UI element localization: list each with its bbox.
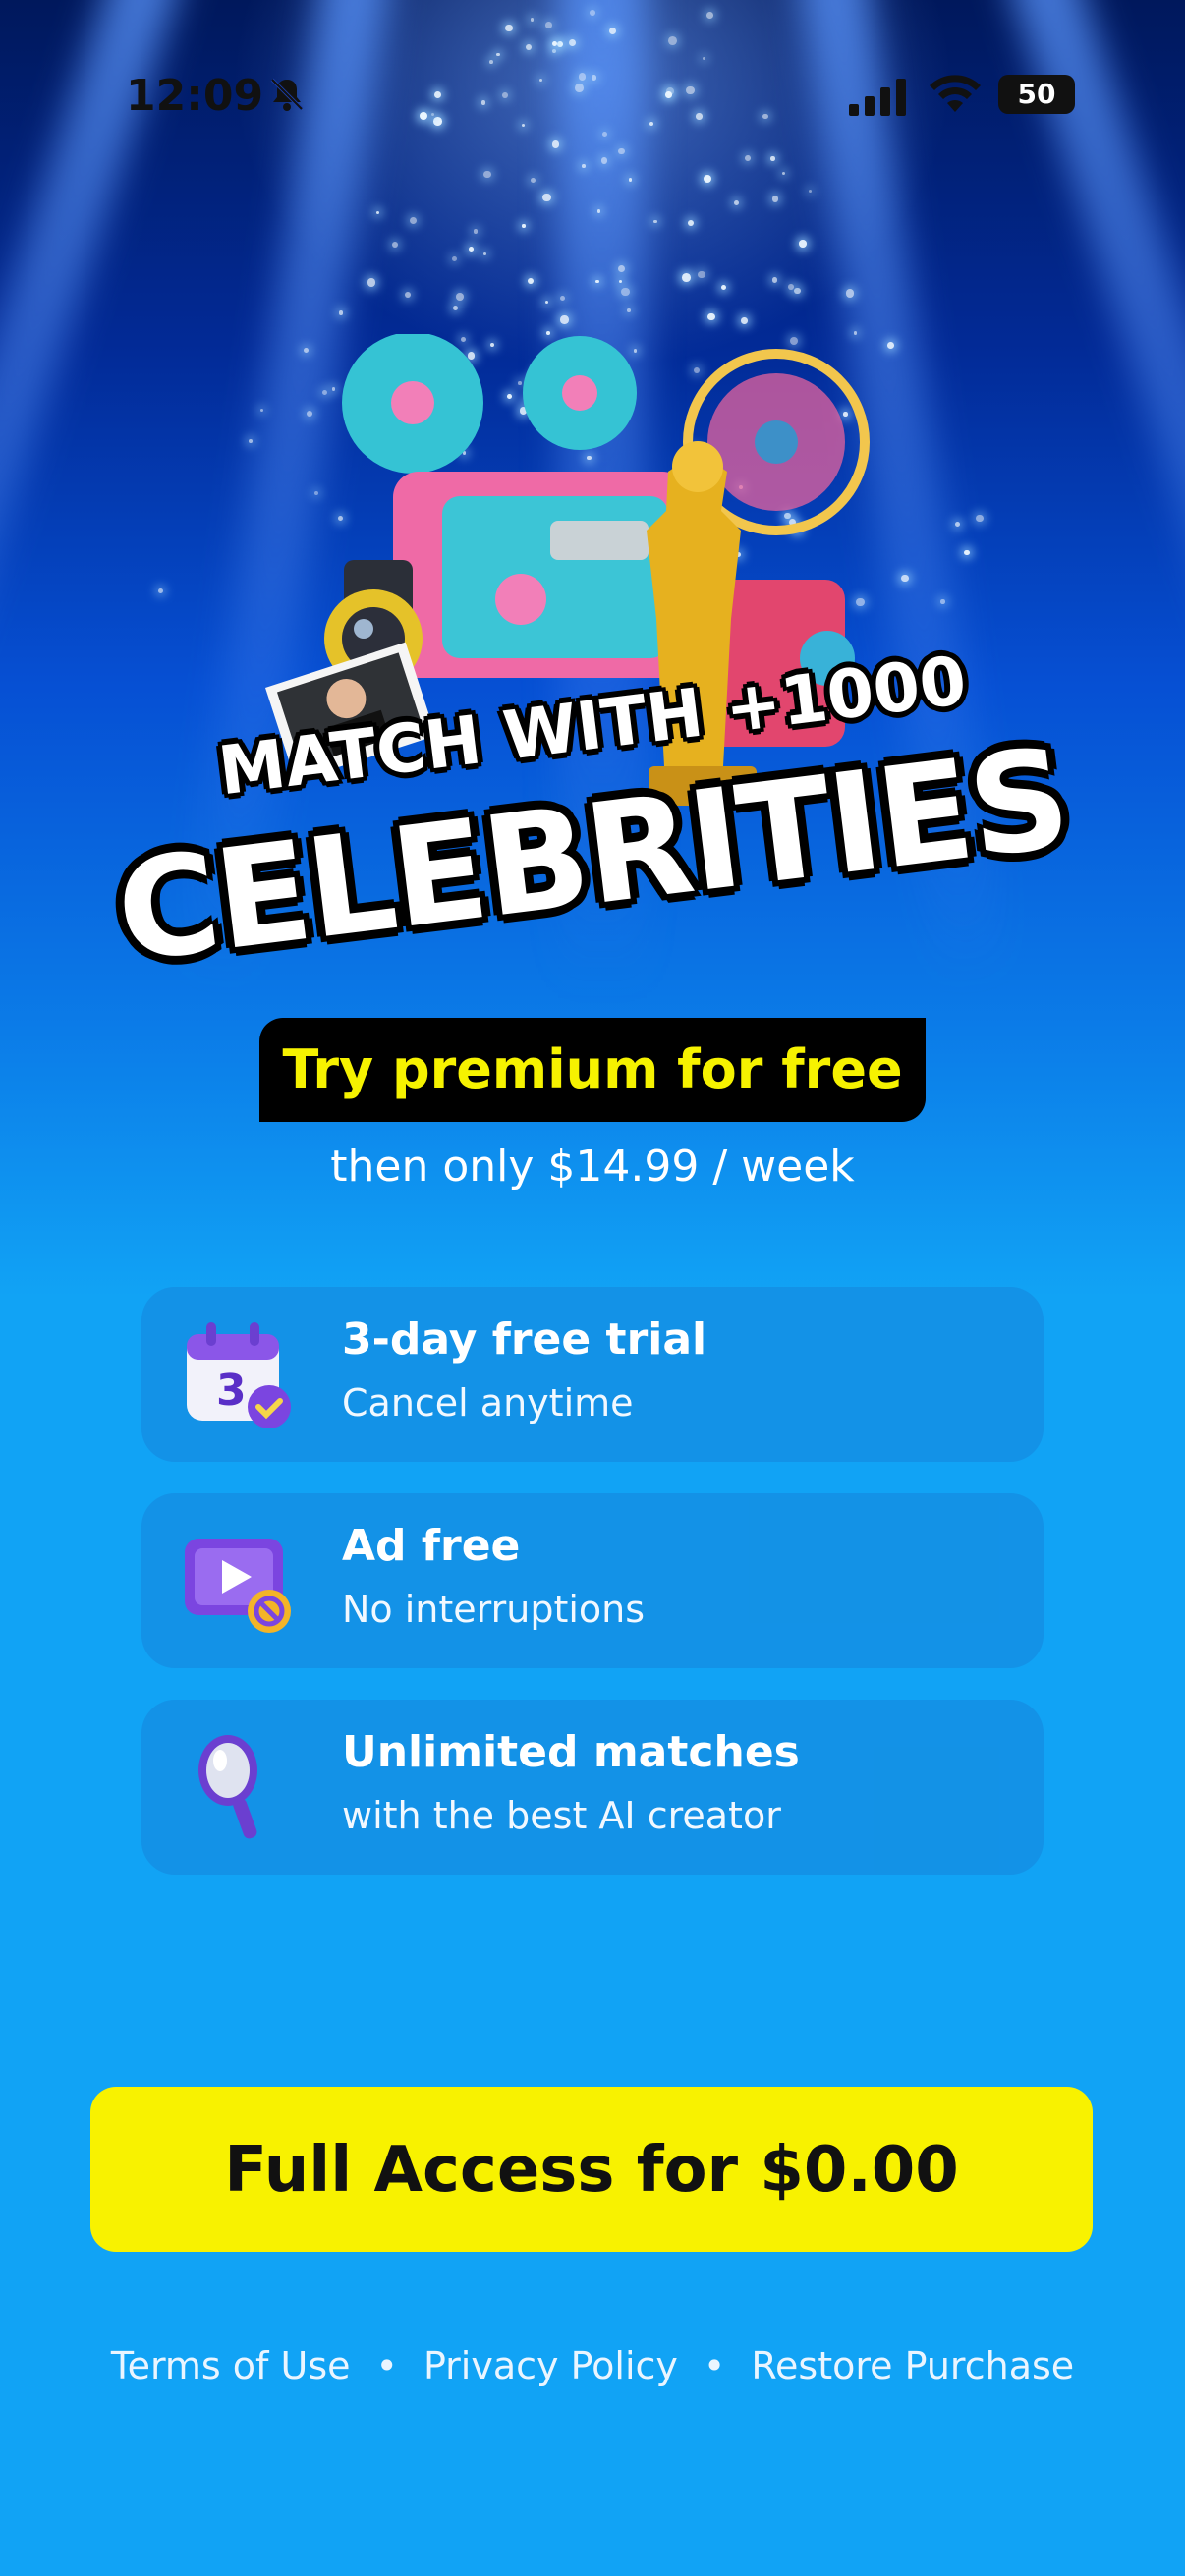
sparkle xyxy=(452,256,458,262)
sparkle xyxy=(391,241,398,248)
sparkle xyxy=(733,199,740,206)
sparkle xyxy=(653,219,657,224)
svg-text:3: 3 xyxy=(216,1366,247,1416)
status-time: 12:09 xyxy=(126,71,264,121)
battery-icon: 50 xyxy=(998,75,1075,114)
sparkle xyxy=(682,273,691,282)
feature-title: 3-day free trial xyxy=(342,1315,707,1365)
mirror-icon xyxy=(198,1735,257,1839)
sparkle xyxy=(707,312,716,321)
feature-title: Unlimited matches xyxy=(342,1727,800,1777)
sparkle xyxy=(687,220,695,227)
calendar-check-icon: 3 xyxy=(187,1322,291,1428)
sparkle xyxy=(456,293,465,301)
sparkle xyxy=(794,287,801,295)
feature-card-ad-free: Ad free No interruptions xyxy=(141,1493,1044,1668)
footer-links: Terms of Use • Privacy Policy • Restore Purc… xyxy=(0,2344,1185,2387)
signal-icon xyxy=(849,79,906,116)
sparkle xyxy=(560,315,569,324)
sparkle xyxy=(338,310,344,315)
sparkle xyxy=(376,210,380,215)
feature-subtitle: with the best AI creator xyxy=(342,1794,781,1837)
feature-subtitle: Cancel anytime xyxy=(342,1381,634,1425)
sparkle xyxy=(452,305,459,310)
sparkle xyxy=(741,317,748,324)
status-bar: 12:09 50 xyxy=(0,0,1185,196)
sparkle xyxy=(720,284,726,290)
sparkle xyxy=(527,277,534,284)
footer-separator: • xyxy=(375,2344,398,2387)
sparkle xyxy=(846,289,855,298)
sparkle xyxy=(596,209,601,213)
sparkle xyxy=(522,224,526,228)
wifi-icon xyxy=(930,75,981,112)
sparkle xyxy=(697,270,705,279)
price-line: then only $14.99 / week xyxy=(330,1142,855,1192)
feature-card-unlimited: Unlimited matches with the best AI creat… xyxy=(141,1700,1044,1875)
bell-slash-icon xyxy=(270,78,304,111)
sparkle xyxy=(799,240,807,248)
sparkle xyxy=(788,283,794,290)
feature-subtitle: No interruptions xyxy=(342,1588,646,1631)
sparkle xyxy=(626,308,631,312)
sparkle xyxy=(771,196,779,202)
sparkle xyxy=(473,229,479,234)
sparkle xyxy=(621,287,630,297)
full-access-button[interactable]: Full Access for $0.00 xyxy=(90,2087,1093,2252)
footer-separator: • xyxy=(703,2344,726,2387)
feature-card-trial: 3 3-day free trial Cancel anytime xyxy=(141,1287,1044,1462)
restore-purchase-link[interactable]: Restore Purchase xyxy=(751,2344,1074,2387)
try-premium-badge: Try premium for free xyxy=(259,1018,926,1122)
sparkle xyxy=(157,588,163,593)
sparkle xyxy=(367,277,376,287)
terms-link[interactable]: Terms of Use xyxy=(111,2344,351,2387)
sparkle xyxy=(976,514,984,523)
privacy-link[interactable]: Privacy Policy xyxy=(423,2344,678,2387)
feature-title: Ad free xyxy=(342,1521,521,1571)
sparkle xyxy=(483,252,487,255)
sparkle xyxy=(544,301,548,305)
ad-block-icon xyxy=(185,1539,291,1633)
sparkle xyxy=(771,277,778,283)
sparkle xyxy=(405,291,412,298)
sparkle xyxy=(409,216,417,224)
sparkle xyxy=(618,279,622,283)
sparkle xyxy=(468,246,474,252)
